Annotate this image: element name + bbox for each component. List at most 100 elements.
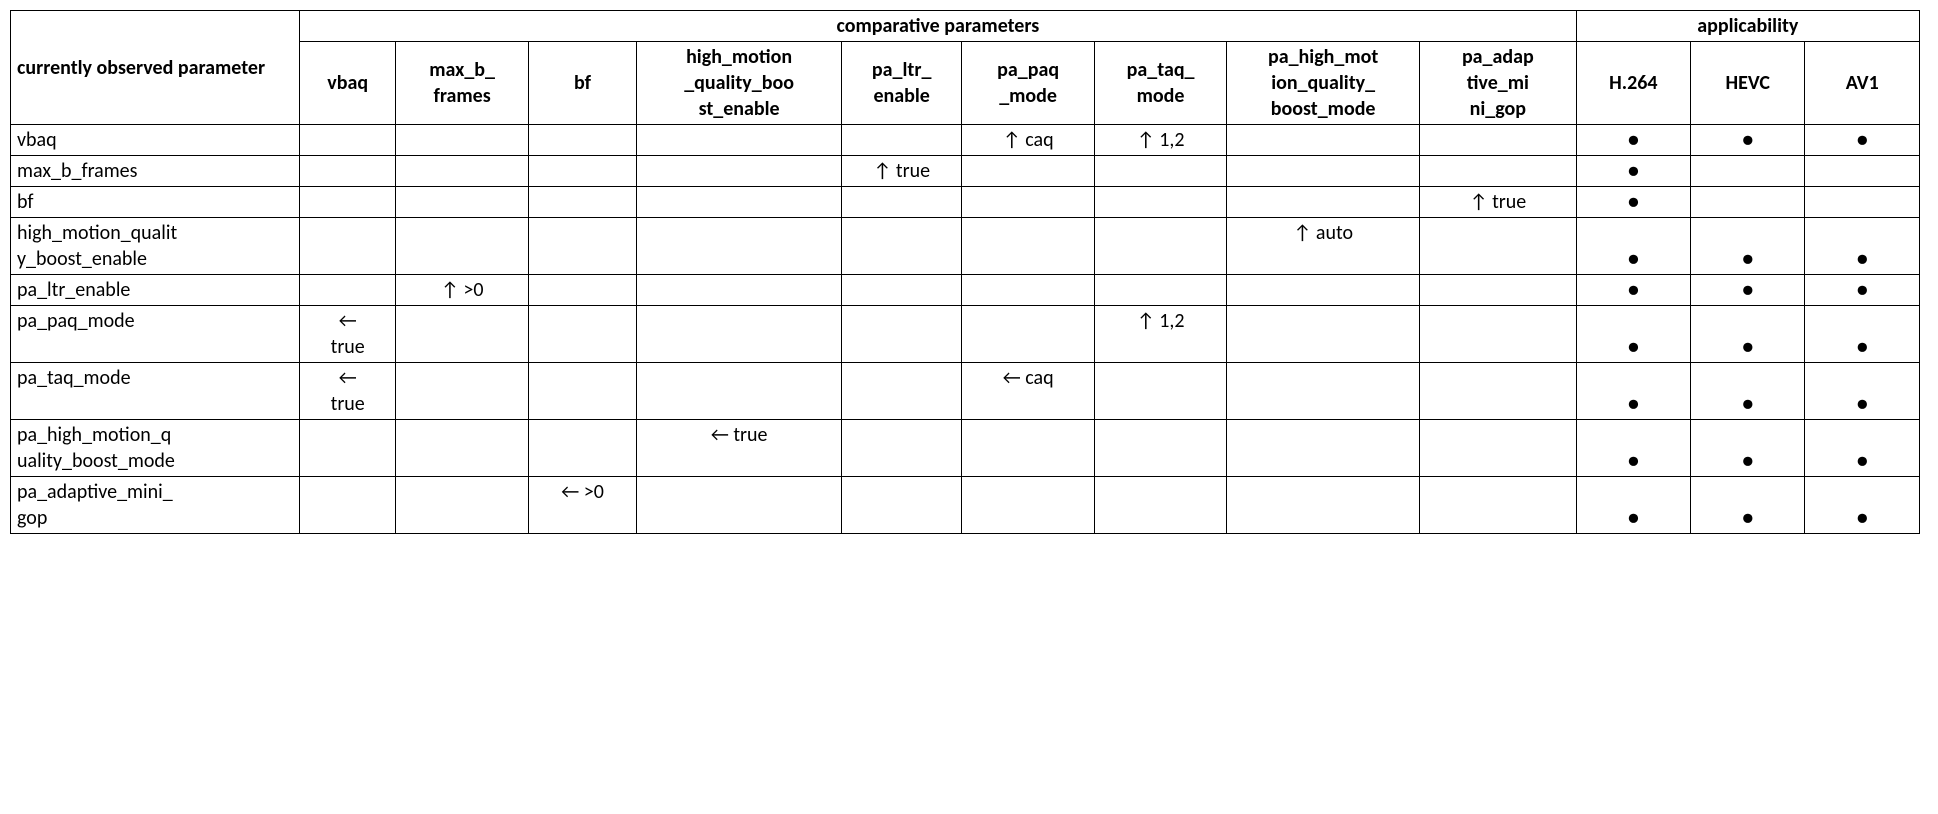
table-row: max_b_frames↑ true● bbox=[11, 156, 1920, 187]
row-label: bf bbox=[11, 187, 300, 218]
cmp-cell bbox=[1420, 275, 1577, 306]
app-cell: ● bbox=[1805, 306, 1920, 363]
app-cell bbox=[1805, 187, 1920, 218]
row-label: pa_high_motion_q uality_boost_mode bbox=[11, 420, 300, 477]
cmp-cell: ↑ 1,2 bbox=[1094, 125, 1226, 156]
cmp-cell bbox=[528, 156, 636, 187]
cmp-cell bbox=[637, 156, 842, 187]
row-label: pa_taq_mode bbox=[11, 363, 300, 420]
cmp-cell bbox=[841, 125, 961, 156]
header-row-param: currently observed parameter bbox=[11, 11, 300, 125]
app-cell: ● bbox=[1576, 156, 1690, 187]
cmp-cell bbox=[1420, 363, 1577, 420]
header-app-1: HEVC bbox=[1691, 42, 1805, 125]
header-app-0: H.264 bbox=[1576, 42, 1690, 125]
cmp-cell bbox=[1420, 218, 1577, 275]
cmp-cell bbox=[300, 420, 396, 477]
cmp-cell: ← caq bbox=[962, 363, 1094, 420]
header-cmp-7: pa_high_mot ion_quality_ boost_mode bbox=[1227, 42, 1420, 125]
cmp-cell bbox=[841, 218, 961, 275]
app-cell: ● bbox=[1576, 420, 1690, 477]
cmp-cell bbox=[1094, 477, 1226, 534]
app-cell: ● bbox=[1805, 218, 1920, 275]
app-cell: ● bbox=[1805, 420, 1920, 477]
row-label: max_b_frames bbox=[11, 156, 300, 187]
cmp-cell bbox=[300, 218, 396, 275]
cmp-cell bbox=[396, 218, 528, 275]
cmp-cell: ← true bbox=[300, 306, 396, 363]
parameter-comparison-table: currently observed parameter comparative… bbox=[10, 10, 1920, 534]
cmp-cell bbox=[637, 363, 842, 420]
cmp-cell: ← >0 bbox=[528, 477, 636, 534]
cmp-cell bbox=[1227, 275, 1420, 306]
app-cell: ● bbox=[1691, 218, 1805, 275]
cmp-cell bbox=[962, 218, 1094, 275]
table-row: pa_taq_mode← true← caq●●● bbox=[11, 363, 1920, 420]
cmp-cell bbox=[300, 187, 396, 218]
cmp-cell bbox=[841, 187, 961, 218]
cmp-cell bbox=[528, 306, 636, 363]
cmp-cell bbox=[1227, 187, 1420, 218]
row-label: high_motion_qualit y_boost_enable bbox=[11, 218, 300, 275]
cmp-cell bbox=[841, 477, 961, 534]
header-cmp-8: pa_adap tive_mi ni_gop bbox=[1420, 42, 1577, 125]
cmp-cell bbox=[841, 363, 961, 420]
header-applicability-group: applicability bbox=[1576, 11, 1919, 42]
cmp-cell bbox=[396, 477, 528, 534]
table-row: pa_high_motion_q uality_boost_mode← true… bbox=[11, 420, 1920, 477]
app-cell bbox=[1691, 187, 1805, 218]
row-label: vbaq bbox=[11, 125, 300, 156]
header-cmp-0: vbaq bbox=[300, 42, 396, 125]
cmp-cell bbox=[962, 156, 1094, 187]
cmp-cell bbox=[962, 187, 1094, 218]
cmp-cell bbox=[1094, 420, 1226, 477]
app-cell: ● bbox=[1576, 363, 1690, 420]
app-cell: ● bbox=[1576, 275, 1690, 306]
header-cmp-3: high_motion _quality_boo st_enable bbox=[637, 42, 842, 125]
cmp-cell bbox=[396, 363, 528, 420]
cmp-cell bbox=[637, 218, 842, 275]
row-label: pa_adaptive_mini_ gop bbox=[11, 477, 300, 534]
cmp-cell bbox=[637, 477, 842, 534]
cmp-cell bbox=[528, 363, 636, 420]
cmp-cell bbox=[528, 187, 636, 218]
app-cell: ● bbox=[1805, 363, 1920, 420]
cmp-cell bbox=[841, 275, 961, 306]
header-cmp-6: pa_taq_ mode bbox=[1094, 42, 1226, 125]
app-cell bbox=[1691, 156, 1805, 187]
cmp-cell bbox=[300, 477, 396, 534]
app-cell: ● bbox=[1805, 477, 1920, 534]
cmp-cell bbox=[528, 420, 636, 477]
cmp-cell bbox=[396, 125, 528, 156]
app-cell: ● bbox=[1576, 125, 1690, 156]
row-label: pa_paq_mode bbox=[11, 306, 300, 363]
cmp-cell bbox=[1094, 363, 1226, 420]
cmp-cell bbox=[1227, 306, 1420, 363]
row-label: pa_ltr_enable bbox=[11, 275, 300, 306]
table-row: pa_ltr_enable↑ >0●●● bbox=[11, 275, 1920, 306]
table-row: high_motion_qualit y_boost_enable ↑ auto ●… bbox=[11, 218, 1920, 275]
cmp-cell bbox=[962, 420, 1094, 477]
app-cell: ● bbox=[1805, 275, 1920, 306]
cmp-cell bbox=[962, 275, 1094, 306]
table-row: vbaq↑ caq↑ 1,2●●● bbox=[11, 125, 1920, 156]
cmp-cell bbox=[1094, 187, 1226, 218]
app-cell: ● bbox=[1691, 420, 1805, 477]
cmp-cell: ↑ true bbox=[1420, 187, 1577, 218]
cmp-cell bbox=[528, 125, 636, 156]
cmp-cell bbox=[528, 218, 636, 275]
header-cmp-5: pa_paq _mode bbox=[962, 42, 1094, 125]
cmp-cell bbox=[396, 420, 528, 477]
table-row: pa_adaptive_mini_ gop← >0●●● bbox=[11, 477, 1920, 534]
cmp-cell bbox=[1420, 477, 1577, 534]
cmp-cell: ↑ auto bbox=[1227, 218, 1420, 275]
cmp-cell bbox=[300, 156, 396, 187]
cmp-cell bbox=[300, 275, 396, 306]
cmp-cell bbox=[637, 125, 842, 156]
cmp-cell bbox=[1094, 156, 1226, 187]
cmp-cell bbox=[637, 187, 842, 218]
app-cell: ● bbox=[1691, 275, 1805, 306]
app-cell: ● bbox=[1576, 187, 1690, 218]
app-cell: ● bbox=[1576, 477, 1690, 534]
app-cell: ● bbox=[1691, 363, 1805, 420]
